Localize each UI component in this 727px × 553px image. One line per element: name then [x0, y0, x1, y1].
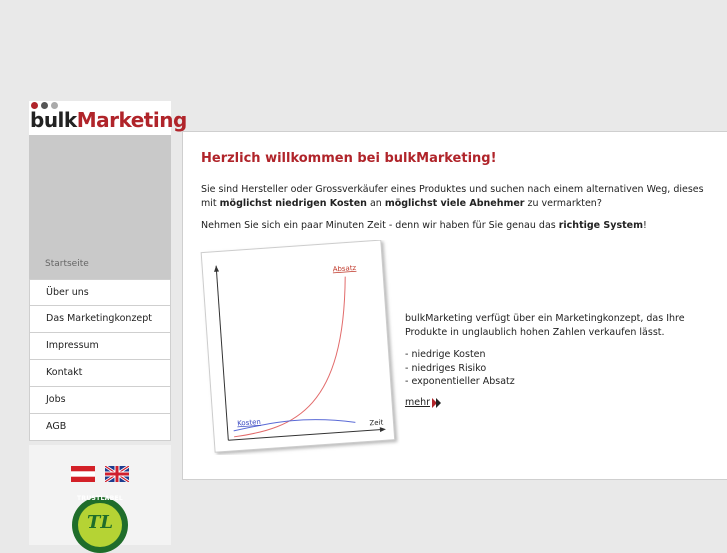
- trustlabel-inner: TL: [78, 503, 122, 547]
- concept-description: bulkMarketing verfügt über ein Marketing…: [405, 313, 685, 338]
- sidebar: bulkMarketing Startseite Über uns Das Ma…: [29, 101, 187, 545]
- sales-cost-illustration: Absatz Kosten Zeit: [200, 240, 396, 453]
- sidebar-menu: Über uns Das Marketingkonzept Impressum …: [29, 279, 171, 441]
- trustlabel-mark: TL: [86, 512, 114, 533]
- more-link[interactable]: mehr: [405, 397, 430, 408]
- benefit-item: - niedrige Kosten: [405, 349, 486, 360]
- main-content: Herzlich willkommen bei bulkMarketing! S…: [182, 131, 727, 480]
- intro-text-3: zu vermarkten?: [524, 197, 602, 209]
- sidebar-current-page[interactable]: Startseite: [45, 259, 89, 269]
- intro-paragraph: Sie sind Hersteller oder Grossverkäufer …: [201, 183, 721, 210]
- zeit-label: Zeit: [369, 418, 384, 427]
- sidebar-item-ueber-uns[interactable]: Über uns: [29, 279, 171, 306]
- absatz-label: Absatz: [332, 264, 356, 274]
- system-bold: richtige System: [558, 220, 643, 231]
- logo-text: bulkMarketing: [30, 108, 187, 132]
- intro-bold-2: möglichst viele Abnehmer: [384, 197, 525, 209]
- sidebar-item-kontakt[interactable]: Kontakt: [29, 360, 171, 387]
- system-paragraph: Nehmen Sie sich ein paar Minuten Zeit - …: [201, 219, 721, 233]
- logo-marketing: Marketing: [76, 108, 188, 132]
- logo[interactable]: bulkMarketing: [29, 101, 187, 135]
- trustlabel-text: TRUSTLABEL: [77, 495, 123, 502]
- double-chevron-right-icon[interactable]: [431, 397, 443, 409]
- sidebar-item-agb[interactable]: AGB: [29, 414, 171, 441]
- sidebar-gray-panel: [29, 135, 171, 279]
- sidebar-item-impressum[interactable]: Impressum: [29, 333, 171, 360]
- benefit-item: - niedriges Risiko: [405, 362, 487, 374]
- logo-bulk: bulk: [30, 108, 77, 132]
- kosten-label: Kosten: [237, 418, 261, 428]
- system-text-1: Nehmen Sie sich ein paar Minuten Zeit - …: [201, 220, 559, 231]
- austria-flag-icon[interactable]: [71, 466, 95, 482]
- benefits-list: - niedrige Kosten - niedriges Risiko - e…: [405, 348, 515, 389]
- sidebar-item-marketingkonzept[interactable]: Das Marketingkonzept: [29, 306, 171, 333]
- benefit-item: - exponentieller Absatz: [405, 376, 515, 387]
- uk-flag-icon[interactable]: [105, 466, 129, 482]
- intro-bold-1: möglichst niedrigen Kosten: [219, 197, 367, 209]
- page-title: Herzlich willkommen bei bulkMarketing!: [201, 151, 497, 166]
- intro-text-2: an: [366, 197, 385, 209]
- sidebar-item-jobs[interactable]: Jobs: [29, 387, 171, 414]
- system-text-2: !: [643, 220, 647, 231]
